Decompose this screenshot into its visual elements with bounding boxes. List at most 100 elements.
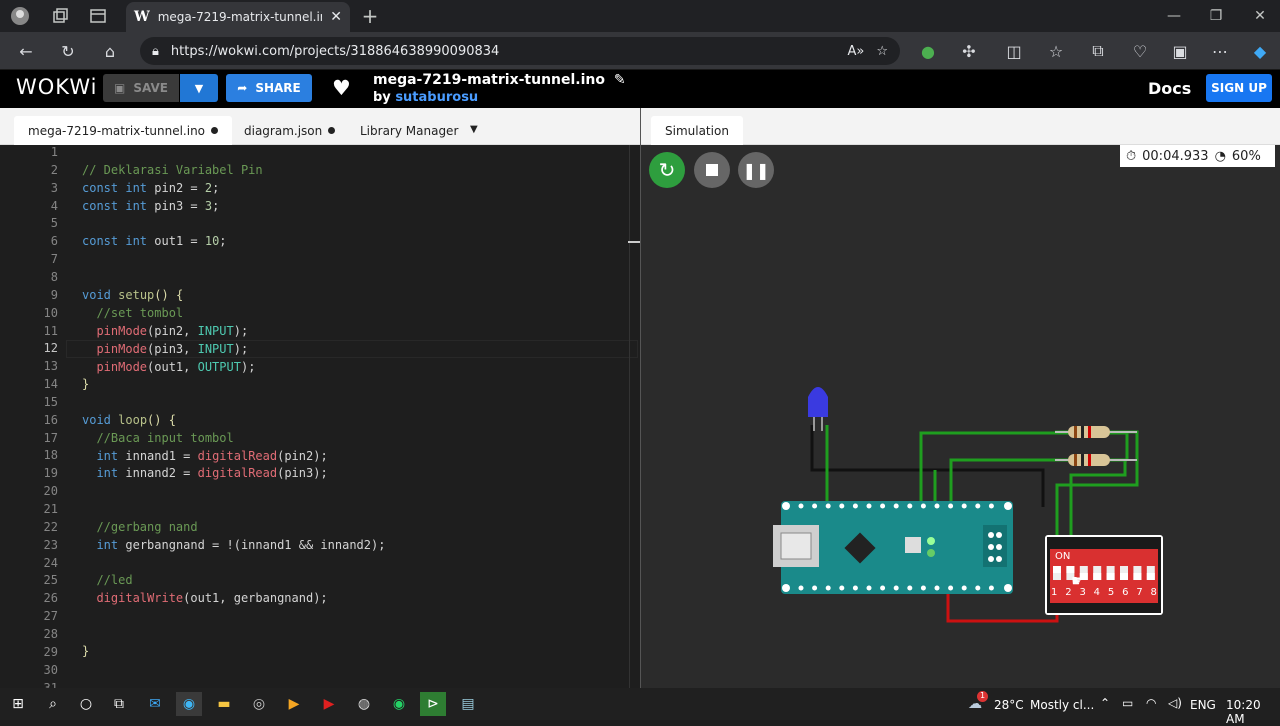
- save-button[interactable]: ▣ SAVE: [103, 74, 179, 102]
- browser-tab-active[interactable]: W mega-7219-matrix-tunnel.ino - W ✕: [126, 2, 350, 32]
- url-field[interactable]: 🔒︎ https://wokwi.com/projects/3188646389…: [140, 37, 900, 65]
- whatsapp-icon[interactable]: ◉: [386, 692, 412, 716]
- profile-avatar-icon[interactable]: [6, 2, 34, 30]
- edit-pencil-icon[interactable]: ✎: [614, 72, 626, 88]
- battery-icon[interactable]: ▭: [1122, 696, 1133, 710]
- arduino-pin: [893, 585, 899, 591]
- split-screen-icon[interactable]: ◫: [1000, 37, 1028, 65]
- read-aloud-icon[interactable]: A»: [847, 44, 864, 59]
- tab-label: Library Manager: [360, 123, 459, 138]
- windows-taskbar: ⊞ ⌕ ○ ⧉ ✉ ◉ ▬ ◎ ▶ ▶ ◍ ◉ ⊳ ▤ ☁ 1 28°C Mos…: [0, 688, 1280, 726]
- arduino-pin: [988, 585, 994, 591]
- dip-switch-8[interactable]: [1045, 535, 1163, 615]
- like-heart-icon[interactable]: ♥: [332, 76, 351, 100]
- favorite-star-icon[interactable]: ☆: [876, 44, 888, 59]
- workspaces-icon[interactable]: [46, 2, 74, 30]
- arduino-nano[interactable]: [773, 501, 1013, 594]
- code-editor[interactable]: 1 2 3 4 5 6 7 8 9 10 11 12 13 14 15 16 17 18 19 20 21 22 23 24 2…: [0, 145, 640, 688]
- arduino-pin: [948, 503, 954, 509]
- code-line: const int pin2 = 2;: [82, 181, 220, 195]
- arduino-pin: [812, 503, 818, 509]
- wokwi-logo[interactable]: WOKWi: [16, 75, 97, 99]
- tab-simulation[interactable]: Simulation: [651, 116, 743, 145]
- new-tab-icon[interactable]: +: [356, 2, 384, 30]
- close-tab-icon[interactable]: ✕: [330, 9, 342, 25]
- mail-icon[interactable]: ✉: [142, 692, 168, 716]
- notepad-icon[interactable]: ▤: [455, 692, 481, 716]
- save-label: SAVE: [133, 81, 168, 95]
- arduino-pin: [920, 503, 926, 509]
- maximize-icon[interactable]: ❐: [1202, 2, 1230, 30]
- chevron-down-icon: ▼: [194, 81, 204, 95]
- weather-temp[interactable]: 28°C: [994, 698, 1024, 712]
- circuit-diagram[interactable]: [641, 145, 1280, 688]
- arduino-pin: [852, 503, 858, 509]
- close-window-icon[interactable]: ✕: [1246, 2, 1274, 30]
- share-arrow-icon: ➦: [237, 81, 248, 95]
- extension-icon[interactable]: ●: [914, 37, 942, 65]
- tab-ino-file[interactable]: mega-7219-matrix-tunnel.ino: [14, 116, 233, 145]
- save-dropdown-button[interactable]: ▼: [180, 74, 218, 102]
- weather-desc[interactable]: Mostly cl...: [1030, 698, 1094, 712]
- volume-icon[interactable]: ◁): [1168, 696, 1182, 710]
- home-icon[interactable]: ⌂: [96, 37, 124, 65]
- line-number: 6: [50, 234, 58, 249]
- share-button[interactable]: ➦ SHARE: [226, 74, 312, 102]
- tab-actions-icon[interactable]: [84, 2, 112, 30]
- tray-chevron-up-icon[interactable]: ⌃: [1100, 696, 1110, 710]
- search-icon[interactable]: ⌕: [40, 692, 66, 716]
- address-bar-row: ← ↻ ⌂ 🔒︎ https://wokwi.com/projects/3188…: [0, 32, 1280, 70]
- language-indicator[interactable]: ENG: [1190, 698, 1216, 712]
- file-explorer-icon[interactable]: ▬: [211, 692, 237, 716]
- refresh-icon[interactable]: ↻: [54, 37, 82, 65]
- media-icon[interactable]: ◎: [246, 692, 272, 716]
- extensions-puzzle-icon[interactable]: ✣: [955, 37, 983, 65]
- arduino-pin: [934, 503, 940, 509]
- dip-number: 5: [1107, 587, 1115, 598]
- player-icon[interactable]: ▶: [281, 692, 307, 716]
- copilot-icon[interactable]: ◆: [1246, 37, 1274, 65]
- tab-diagram-json[interactable]: diagram.json: [230, 116, 349, 145]
- save-disk-icon: ▣: [114, 81, 126, 95]
- sidebar-icon[interactable]: ▣: [1166, 37, 1194, 65]
- code-line: int innand2 = digitalRead(pin3);: [96, 466, 328, 480]
- blue-led[interactable]: [808, 387, 828, 431]
- favorites-icon[interactable]: ☆: [1042, 37, 1070, 65]
- signup-button[interactable]: SIGN UP: [1206, 74, 1272, 102]
- code-line: }: [82, 644, 90, 658]
- resistor-1[interactable]: [1055, 426, 1137, 438]
- code-line: int innand1 = digitalRead(pin2);: [96, 449, 328, 463]
- cortana-icon[interactable]: ○: [73, 692, 99, 716]
- line-number: 21: [43, 502, 58, 516]
- clock[interactable]: 10:20 AM: [1226, 698, 1280, 726]
- line-number: 7: [50, 252, 58, 267]
- project-title[interactable]: mega-7219-matrix-tunnel.ino ✎: [373, 72, 626, 88]
- unsaved-dot-icon: [328, 127, 336, 134]
- by-label: by: [373, 90, 391, 105]
- youtube-icon[interactable]: ▶: [316, 692, 342, 716]
- author-link[interactable]: sutaburosu: [395, 90, 478, 105]
- arduino-pin: [839, 503, 845, 509]
- share-label: SHARE: [255, 81, 301, 95]
- docs-link[interactable]: Docs: [1148, 79, 1191, 98]
- tab-library-manager[interactable]: Library Manager: [346, 116, 472, 145]
- app-icon[interactable]: ◍: [351, 692, 377, 716]
- dip-toggle-knob: [1120, 573, 1128, 580]
- arduino-pin: [852, 585, 858, 591]
- start-icon[interactable]: ⊞: [5, 692, 31, 716]
- terminal-icon[interactable]: ⊳: [420, 692, 446, 716]
- minimize-icon[interactable]: —: [1160, 2, 1188, 30]
- lock-icon[interactable]: 🔒︎: [152, 44, 159, 59]
- line-number: 18: [43, 448, 58, 463]
- wifi-icon[interactable]: ◠: [1146, 696, 1156, 710]
- edge-icon[interactable]: ◉: [176, 692, 202, 716]
- line-number: 5: [50, 216, 58, 231]
- task-view-icon[interactable]: ⧉: [106, 692, 132, 716]
- tabs-dropdown-icon[interactable]: ▼: [470, 124, 478, 135]
- more-menu-icon[interactable]: ⋯: [1206, 37, 1234, 65]
- back-icon[interactable]: ←: [12, 37, 40, 65]
- performance-icon[interactable]: ♡: [1126, 37, 1154, 65]
- collections-icon[interactable]: ⧉: [1084, 37, 1112, 65]
- url-text: https://wokwi.com/projects/3188646389900…: [170, 43, 500, 59]
- simulation-canvas[interactable]: ↻ ❚❚ ⏱ 00:04.933 ◔ 60% ON 1 2 3 4 5 6 7 …: [641, 145, 1280, 688]
